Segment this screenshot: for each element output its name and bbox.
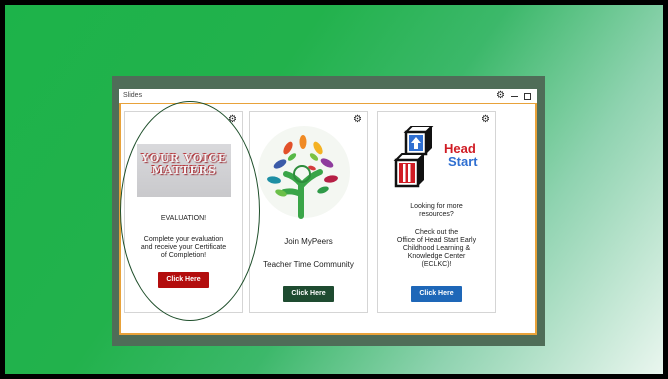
evaluation-card: ⚙ YOUR VOICE MATTERS EVALUATION! Complet…	[124, 111, 243, 313]
eclkc-text-line: Knowledge Center	[407, 253, 466, 260]
head-start-wordmark: Head Start	[444, 142, 478, 168]
resources-text-line: resources?	[419, 211, 454, 218]
eclkc-text-line: Office of Head Start Early	[396, 237, 477, 244]
window-titlebar: Slides ⚙	[119, 89, 537, 103]
mypeers-click-here-button[interactable]: Click Here	[283, 286, 334, 302]
minimize-icon[interactable]	[511, 95, 518, 97]
settings-gear-icon[interactable]: ⚙	[496, 89, 505, 103]
mypeers-tree-logo	[258, 126, 350, 219]
image-text-line: MATTERS	[151, 164, 217, 177]
join-mypeers-text: Join MyPeers	[284, 237, 333, 246]
card-gear-icon[interactable]: ⚙	[481, 114, 490, 125]
start-text: Start	[448, 154, 478, 169]
teacher-time-text: Teacher Time Community	[263, 260, 354, 269]
evaluation-heading: EVALUATION!	[160, 215, 207, 222]
card-gear-icon[interactable]: ⚙	[353, 114, 362, 125]
evaluation-click-here-button[interactable]: Click Here	[158, 272, 209, 288]
slides-content: ⚙ YOUR VOICE MATTERS EVALUATION! Complet…	[119, 103, 537, 335]
evaluation-text-line: Complete your evaluation	[143, 236, 224, 243]
card-gear-icon[interactable]: ⚙	[228, 114, 237, 125]
eclkc-click-here-button[interactable]: Click Here	[411, 286, 462, 302]
slides-window: Slides ⚙ ⚙ YOUR VOICE MATTERS EVALUATION…	[119, 89, 537, 335]
window-title: Slides	[123, 92, 143, 99]
eclkc-text-line: (ECLKC)!	[421, 261, 452, 268]
eclkc-text-line: Childhood Learning &	[402, 245, 471, 252]
head-start-blocks-logo	[393, 126, 434, 188]
eclkc-text-line: Check out the	[414, 229, 459, 236]
head-start-card: ⚙ Head Start Looking for more resources?…	[377, 111, 496, 313]
mypeers-card: ⚙ Join MyPeers Teacher Time Community Cl…	[249, 111, 368, 313]
maximize-icon[interactable]	[524, 92, 531, 100]
resources-text-line: Looking for more	[410, 203, 463, 210]
evaluation-text-line: of Completion!	[160, 252, 207, 259]
evaluation-text-line: and receive your Certificate	[140, 244, 227, 251]
your-voice-matters-image: YOUR VOICE MATTERS	[137, 144, 231, 197]
